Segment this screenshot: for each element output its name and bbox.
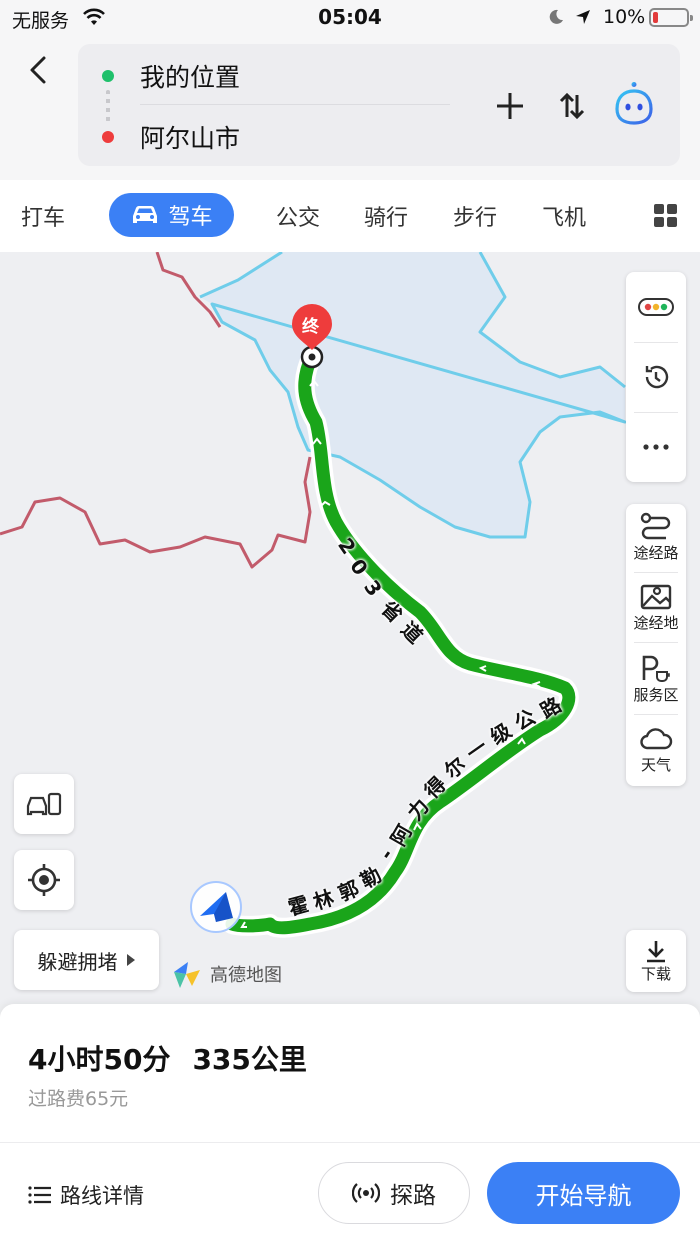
waypoint-place-button[interactable]: 途经地 bbox=[626, 582, 686, 633]
tab-taxi[interactable]: 打车 bbox=[21, 200, 65, 232]
toll-fee: 过路费65元 bbox=[28, 1088, 129, 1110]
tab-plane[interactable]: 飞机 bbox=[542, 200, 586, 232]
traffic-toggle-button[interactable] bbox=[626, 282, 686, 332]
waypoint-road-icon bbox=[640, 512, 671, 540]
download-icon bbox=[647, 940, 665, 962]
service-area-icon bbox=[642, 655, 670, 682]
map-tools-panel bbox=[626, 272, 686, 482]
start-dot-icon bbox=[102, 70, 114, 82]
clock-history-icon bbox=[645, 365, 669, 389]
explore-route-button[interactable]: 探路 bbox=[318, 1162, 470, 1224]
route-details-button[interactable]: 路线详情 bbox=[28, 1180, 144, 1210]
explore-route-label: 探路 bbox=[390, 1183, 436, 1209]
service-area-button[interactable]: 服务区 bbox=[626, 654, 686, 705]
brand-label: 高德地图 bbox=[210, 965, 282, 986]
route-details-label: 路线详情 bbox=[60, 1184, 144, 1208]
avoid-congestion-button[interactable]: 躲避拥堵 bbox=[14, 930, 159, 990]
locate-me-button[interactable] bbox=[14, 850, 74, 910]
start-navigation-button[interactable]: 开始导航 bbox=[487, 1162, 680, 1224]
route-tools-panel: 途经路 途经地 服务区 天气 bbox=[626, 504, 686, 786]
route-input-box: 我的位置 阿尔山市 bbox=[78, 44, 680, 166]
triangle-right-icon bbox=[126, 954, 135, 966]
add-waypoint-button[interactable] bbox=[490, 86, 530, 126]
waypoint-place-icon bbox=[640, 584, 672, 610]
travel-mode-tabs: 打车 驾车 公交 骑行 步行 飞机 bbox=[0, 180, 700, 252]
battery-icon bbox=[649, 8, 693, 27]
end-marker-label: 终 bbox=[302, 317, 319, 337]
waypoint-road-button[interactable]: 途经路 bbox=[626, 512, 686, 563]
battery-percent: 10% bbox=[603, 6, 646, 28]
vehicle-settings-button[interactable] bbox=[14, 774, 74, 834]
waypoint-place-label: 途经地 bbox=[633, 614, 679, 632]
map-view[interactable]: 终 2 0 3 省 道 阿 力 得 尔 一 级 公 路 霍 林 郭 勒 - 途经… bbox=[0, 252, 700, 1004]
tab-drive[interactable]: 驾车 bbox=[109, 193, 234, 237]
location-arrow-icon bbox=[576, 10, 590, 24]
swap-icon bbox=[559, 92, 585, 120]
swap-route-button[interactable] bbox=[552, 86, 592, 126]
assistant-robot-icon bbox=[615, 82, 653, 125]
destination-field[interactable]: 阿尔山市 bbox=[140, 119, 240, 155]
tab-drive-label: 驾车 bbox=[168, 205, 213, 230]
service-area-label: 服务区 bbox=[633, 686, 679, 704]
start-navigation-label: 开始导航 bbox=[535, 1181, 632, 1210]
waypoint-road-label: 途经路 bbox=[633, 544, 679, 562]
weather-icon bbox=[640, 728, 673, 750]
clock: 05:04 bbox=[318, 5, 382, 29]
weather-label: 天气 bbox=[640, 756, 671, 774]
route-header: 我的位置 阿尔山市 bbox=[0, 36, 700, 180]
start-location-field[interactable]: 我的位置 bbox=[140, 58, 240, 94]
amap-logo-icon bbox=[174, 962, 200, 988]
ellipsis-icon bbox=[643, 444, 669, 450]
moon-icon bbox=[549, 9, 563, 24]
route-summary-sheet: 4小时50分 335公里 过路费65元 路线详情 探路 开始导航 bbox=[0, 1004, 700, 1244]
status-bar: 无服务 05:04 10% bbox=[0, 0, 700, 36]
more-options-button[interactable] bbox=[626, 422, 686, 472]
connector-dots-icon bbox=[106, 90, 110, 122]
map-brand: 高德地图 bbox=[170, 958, 282, 990]
tab-bike[interactable]: 骑行 bbox=[364, 200, 408, 232]
route-summary: 4小时50分 335公里 bbox=[28, 1038, 307, 1078]
avoid-congestion-label: 躲避拥堵 bbox=[37, 949, 118, 974]
tab-walk[interactable]: 步行 bbox=[453, 200, 497, 232]
history-button[interactable] bbox=[626, 352, 686, 402]
traffic-light-icon bbox=[638, 298, 674, 316]
distance: 335公里 bbox=[192, 1043, 307, 1076]
duration: 4小时50分 bbox=[28, 1043, 171, 1076]
region-area bbox=[200, 252, 625, 537]
voice-assistant-button[interactable] bbox=[610, 80, 658, 128]
plus-icon bbox=[497, 93, 523, 119]
divider bbox=[140, 104, 450, 105]
back-icon[interactable] bbox=[22, 54, 54, 86]
download-label: 下载 bbox=[640, 964, 671, 983]
list-icon bbox=[28, 1186, 51, 1204]
car-icon bbox=[133, 206, 158, 223]
tab-bus[interactable]: 公交 bbox=[276, 200, 320, 232]
locate-crosshair-icon bbox=[28, 864, 60, 896]
end-dot-icon bbox=[102, 131, 114, 143]
car-phone-icon bbox=[26, 792, 62, 816]
download-map-button[interactable]: 下载 bbox=[626, 930, 686, 992]
signal-broadcast-icon bbox=[352, 1183, 380, 1203]
weather-button[interactable]: 天气 bbox=[626, 726, 686, 775]
more-modes-grid-icon[interactable] bbox=[654, 204, 678, 228]
current-location-arrow-icon bbox=[190, 881, 242, 933]
